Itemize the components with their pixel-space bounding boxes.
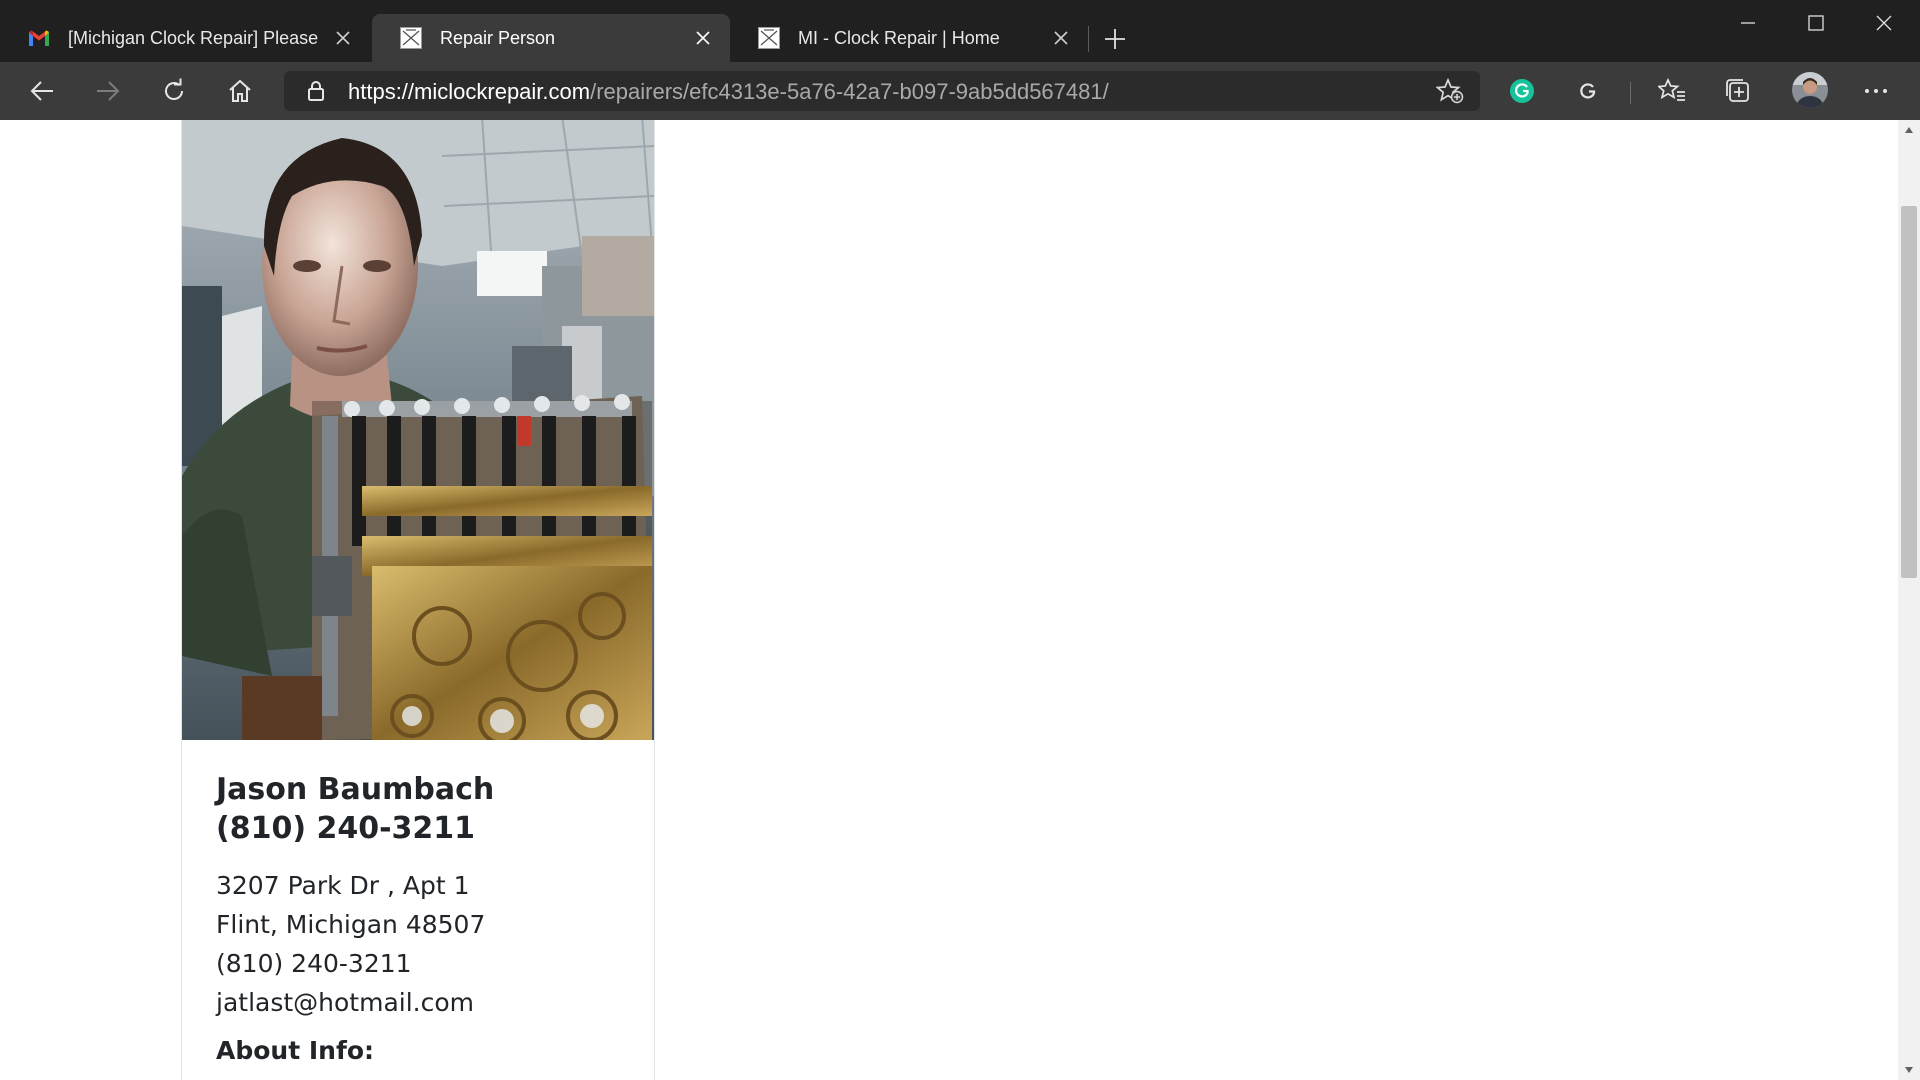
tab-gmail[interactable]: [Michigan Clock Repair] Please C — [0, 14, 370, 62]
close-tab-icon[interactable] — [1050, 27, 1072, 49]
url-text: https://miclockrepair.com/repairers/efc4… — [348, 79, 1109, 105]
tab-title: MI - Clock Repair | Home — [798, 27, 1000, 48]
minimize-button[interactable] — [1714, 0, 1782, 46]
tab-home[interactable]: MI - Clock Repair | Home — [730, 14, 1088, 62]
site-icon — [400, 27, 422, 49]
page-scrollbar[interactable] — [1898, 120, 1920, 1080]
tab-separator — [1088, 26, 1089, 52]
grammarly-icon[interactable] — [1504, 73, 1540, 109]
collections-icon[interactable] — [1720, 73, 1756, 109]
back-icon[interactable] — [24, 73, 60, 109]
url-scheme: https:// — [348, 79, 415, 104]
close-tab-icon[interactable] — [332, 27, 354, 49]
site-icon — [758, 27, 780, 49]
repairer-phone-heading: (810) 240-3211 — [216, 811, 476, 846]
tab-title: [Michigan Clock Repair] Please C — [68, 27, 324, 48]
address-line-2: Flint, Michigan 48507 — [216, 910, 486, 939]
address-bar[interactable]: https://miclockrepair.com/repairers/efc4… — [284, 71, 1480, 111]
phone-number: (810) 240-3211 — [216, 949, 412, 978]
url-path: /repairers/efc4313e-5a76-42a7-b097-9ab5d… — [590, 79, 1109, 104]
add-favorite-icon[interactable] — [1436, 77, 1464, 105]
scroll-down-arrow-icon[interactable] — [1898, 1060, 1920, 1080]
refresh-icon[interactable] — [156, 73, 192, 109]
repairer-name: Jason Baumbach — [216, 772, 495, 807]
page-viewport: Jason Baumbach (810) 240-3211 3207 Park … — [0, 120, 1898, 1080]
tab-strip: [Michigan Clock Repair] Please C Repair … — [0, 0, 1920, 62]
profile-avatar[interactable] — [1790, 70, 1830, 110]
scroll-up-arrow-icon[interactable] — [1898, 120, 1920, 140]
forward-icon[interactable] — [90, 73, 126, 109]
address-line-1: 3207 Park Dr , Apt 1 — [216, 871, 470, 900]
toolbar-divider — [1630, 82, 1631, 104]
new-tab-button[interactable] — [1100, 24, 1130, 54]
gmail-icon — [28, 27, 50, 49]
about-info-label: About Info: — [216, 1036, 375, 1065]
home-icon[interactable] — [222, 73, 258, 109]
favorites-icon[interactable] — [1654, 73, 1690, 109]
scrollbar-thumb[interactable] — [1901, 206, 1917, 578]
tab-repair-person[interactable]: Repair Person — [372, 14, 730, 62]
close-window-button[interactable] — [1850, 0, 1918, 46]
email-address: jatlast@hotmail.com — [216, 988, 475, 1017]
contact-info: 3207 Park Dr , Apt 1 Flint, Michigan 485… — [216, 866, 636, 1022]
maximize-button[interactable] — [1782, 0, 1850, 46]
close-tab-icon[interactable] — [692, 27, 714, 49]
repairer-photo — [182, 120, 654, 740]
more-icon[interactable] — [1858, 73, 1894, 109]
browser-toolbar: https://miclockrepair.com/repairers/efc4… — [0, 62, 1920, 120]
lock-icon[interactable] — [304, 79, 328, 103]
repairer-details: Jason Baumbach (810) 240-3211 3207 Park … — [216, 770, 636, 1065]
tab-title: Repair Person — [440, 27, 556, 48]
url-host: miclockrepair.com — [414, 79, 591, 104]
grammarly-g-icon[interactable] — [1570, 73, 1606, 109]
repairer-card: Jason Baumbach (810) 240-3211 3207 Park … — [181, 120, 655, 1080]
